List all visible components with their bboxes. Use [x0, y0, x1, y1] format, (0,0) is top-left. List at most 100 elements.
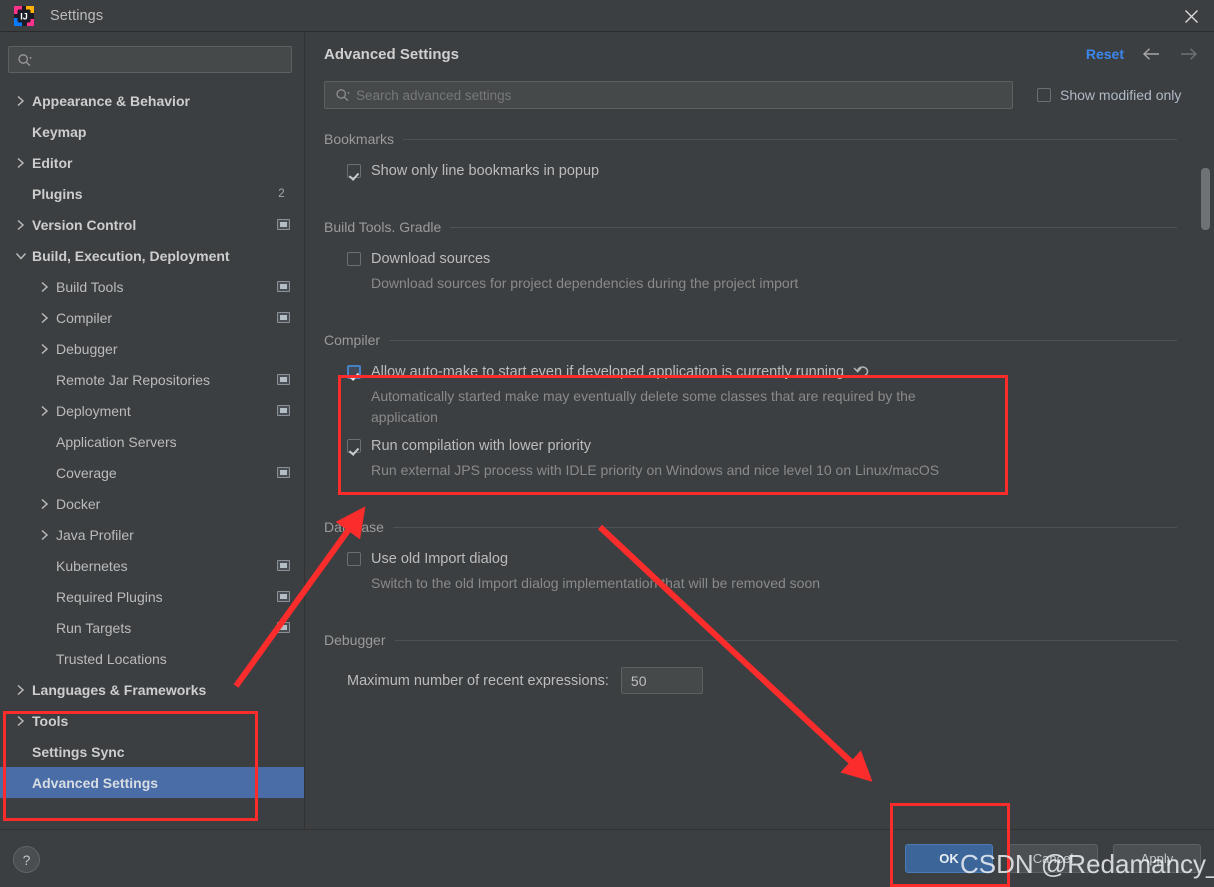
advanced-search-row: Search advanced settings Show modified o… — [305, 76, 1214, 114]
group-divider — [389, 339, 1177, 341]
sidebar-item-appearance-behavior[interactable]: Appearance & Behavior — [0, 85, 304, 116]
sidebar-item-compiler[interactable]: Compiler — [0, 302, 304, 333]
sidebar-item-editor[interactable]: Editor — [0, 147, 304, 178]
svg-text:IJ: IJ — [20, 11, 28, 21]
sidebar-item-application-servers[interactable]: Application Servers — [0, 426, 304, 457]
checkbox-allow-auto-make-to-start-even-if-developed-app[interactable] — [347, 365, 361, 380]
settings-tree: Appearance & Behavior Keymap Editor Plugins… — [0, 85, 304, 798]
sidebar-item-run-targets[interactable]: Run Targets — [0, 612, 304, 643]
option-label: Use old Import dialog — [371, 551, 509, 568]
chevron-right-icon[interactable] — [34, 405, 56, 417]
intellij-idea-icon: IJ — [14, 5, 34, 26]
sidebar-item-languages-frameworks[interactable]: Languages & Frameworks — [0, 674, 304, 705]
chevron-right-icon[interactable] — [34, 529, 56, 541]
checkbox-use-old-import-dialog[interactable] — [347, 552, 361, 567]
sidebar-item-label: Plugins — [32, 185, 83, 202]
checkbox-download-sources[interactable] — [347, 252, 361, 266]
sidebar-item-remote-jar-repositories[interactable]: Remote Jar Repositories — [0, 364, 304, 395]
chevron-right-icon[interactable] — [10, 95, 32, 107]
option-row-use-old-import-dialog[interactable]: Use old Import dialog — [347, 550, 1214, 568]
sidebar-search-box[interactable] — [8, 46, 292, 73]
sidebar-item-settings-sync[interactable]: Settings Sync — [0, 736, 304, 767]
sidebar-item-label: Java Profiler — [56, 526, 134, 543]
option-row-download-sources[interactable]: Download sources — [347, 250, 1214, 268]
option-description: Automatically started make may eventuall… — [371, 388, 916, 425]
option-row-run-compilation-with-lower-priority[interactable]: Run compilation with lower priority — [347, 437, 1214, 455]
settings-group-compiler: Compiler Allow auto-make to start even if… — [324, 327, 1214, 480]
sidebar-item-label: Languages & Frameworks — [32, 681, 207, 698]
sidebar-item-plugins[interactable]: Plugins 2 — [0, 178, 304, 209]
cancel-button[interactable]: Cancel — [1008, 844, 1098, 873]
sidebar-item-keymap[interactable]: Keymap — [0, 116, 304, 147]
reset-button[interactable]: Reset — [1086, 46, 1124, 62]
option-row-allow-auto-make-to-start-even-if-developed-app[interactable]: Allow auto-make to start even if develop… — [347, 363, 1214, 381]
sidebar-item-label: Compiler — [56, 309, 113, 326]
sidebar-item-kubernetes[interactable]: Kubernetes — [0, 550, 304, 581]
vertical-scrollbar[interactable] — [1201, 138, 1210, 828]
sidebar-item-label: Version Control — [32, 216, 137, 233]
help-button[interactable]: ? — [13, 846, 40, 873]
sidebar-item-deployment[interactable]: Deployment — [0, 395, 304, 426]
sidebar-item-docker[interactable]: Docker — [0, 488, 304, 519]
sidebar-item-debugger[interactable]: Debugger — [0, 333, 304, 364]
group-title: Build Tools. Gradle — [324, 219, 442, 235]
settings-group-database: Database Use old Import dialog Switch to t… — [324, 514, 1214, 593]
group-title: Compiler — [324, 332, 381, 349]
option-label: Allow auto-make to start even if develop… — [371, 364, 845, 381]
option-description: Download sources for project dependencie… — [371, 275, 799, 291]
checkbox-show-only-line-bookmarks-in-popup[interactable] — [347, 164, 361, 178]
arrow-right-icon[interactable] — [1178, 43, 1200, 65]
sidebar-item-build-execution-deployment[interactable]: Build, Execution, Deployment — [0, 240, 304, 271]
group-divider — [450, 226, 1177, 228]
chevron-right-icon[interactable] — [10, 715, 32, 727]
close-icon[interactable] — [1168, 0, 1214, 32]
option-description: Switch to the old Import dialog implemen… — [371, 575, 821, 592]
sidebar-item-required-plugins[interactable]: Required Plugins — [0, 581, 304, 612]
group-header: Build Tools. Gradle — [324, 214, 1214, 240]
sidebar-item-label: Deployment — [56, 402, 131, 419]
project-level-badge-icon — [277, 467, 290, 478]
field-row-max-recent-expressions[interactable]: Maximum number of recent expressions: 50 — [347, 667, 1214, 695]
sidebar-item-label: Coverage — [56, 464, 117, 481]
project-level-badge-icon — [277, 560, 290, 571]
sidebar-item-label: Remote Jar Repositories — [56, 371, 211, 388]
settings-sidebar: Appearance & Behavior Keymap Editor Plugins… — [0, 32, 305, 829]
chevron-right-icon[interactable] — [34, 312, 56, 324]
chevron-right-icon[interactable] — [10, 219, 32, 231]
sidebar-item-label: Editor — [32, 154, 73, 171]
chevron-right-icon[interactable] — [10, 684, 32, 696]
sidebar-item-build-tools[interactable]: Build Tools — [0, 271, 304, 302]
advanced-search-placeholder: Search advanced settings — [356, 87, 512, 103]
ok-button[interactable]: OK — [905, 844, 993, 873]
sidebar-item-label: Docker — [56, 495, 101, 512]
sidebar-search-input[interactable] — [33, 47, 291, 72]
sidebar-item-version-control[interactable]: Version Control — [0, 209, 304, 240]
chevron-down-icon[interactable] — [10, 251, 32, 261]
sidebar-item-label: Keymap — [32, 123, 87, 140]
sidebar-item-tools[interactable]: Tools — [0, 705, 304, 736]
option-row-show-only-line-bookmarks-in-popup[interactable]: Show only line bookmarks in popup — [347, 162, 1214, 180]
scrollbar-thumb[interactable] — [1201, 168, 1210, 230]
show-modified-only-checkbox[interactable] — [1037, 88, 1051, 102]
advanced-search-box[interactable]: Search advanced settings — [324, 81, 1013, 109]
group-header: Database — [324, 514, 1214, 540]
chevron-right-icon[interactable] — [10, 157, 32, 169]
max-recent-expressions-input[interactable]: 50 — [620, 667, 703, 695]
sidebar-item-java-profiler[interactable]: Java Profiler — [0, 519, 304, 550]
chevron-right-icon[interactable] — [34, 498, 56, 510]
undo-revert-icon[interactable] — [853, 364, 870, 379]
arrow-left-icon[interactable] — [1140, 43, 1162, 65]
sidebar-item-trusted-locations[interactable]: Trusted Locations — [0, 643, 304, 674]
project-level-badge-icon — [277, 405, 290, 416]
show-modified-only-toggle[interactable]: Show modified only — [1037, 87, 1181, 103]
group-header: Bookmarks — [324, 126, 1214, 152]
sidebar-item-coverage[interactable]: Coverage — [0, 457, 304, 488]
panel-header-actions: Reset — [1086, 32, 1200, 76]
chevron-right-icon[interactable] — [34, 343, 56, 355]
sidebar-item-advanced-settings[interactable]: Advanced Settings — [0, 767, 304, 798]
checkbox-run-compilation-with-lower-priority[interactable] — [347, 438, 361, 453]
chevron-right-icon[interactable] — [34, 281, 56, 293]
project-level-badge-icon — [277, 374, 290, 385]
sidebar-item-label: Debugger — [56, 340, 118, 357]
apply-button[interactable]: Apply — [1113, 844, 1201, 873]
